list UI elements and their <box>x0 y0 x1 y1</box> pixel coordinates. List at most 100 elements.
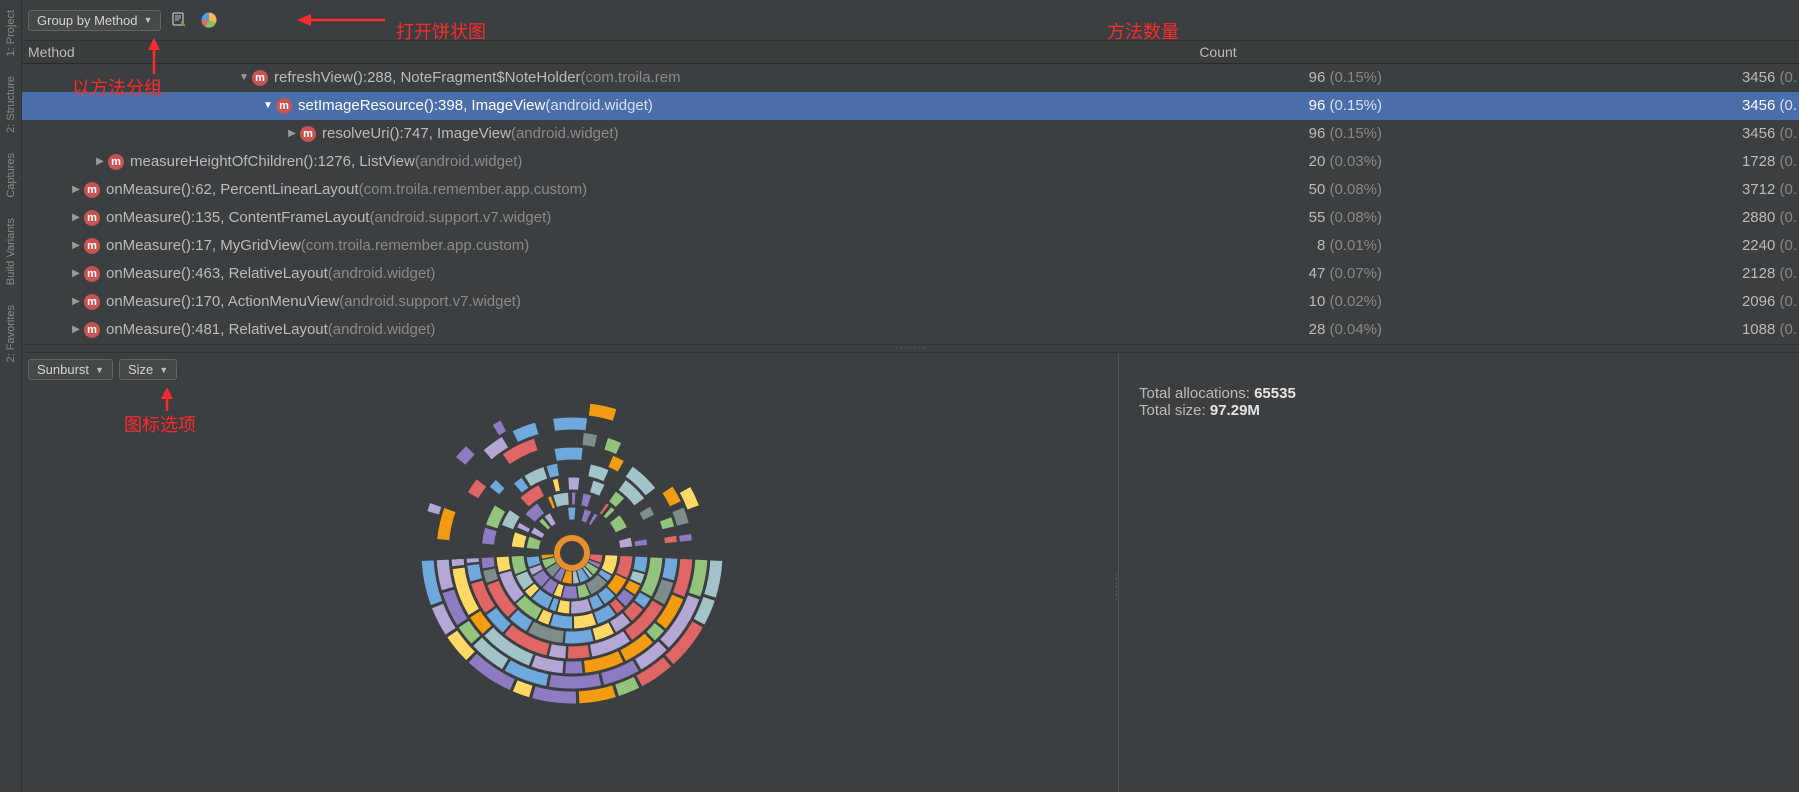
method-package: (android.widget) <box>415 153 523 170</box>
profiler-toolbar: Group by Method ▼ <box>22 0 1799 41</box>
count-percent: (0.04%) <box>1329 321 1382 338</box>
header-method[interactable]: Method <box>22 44 1048 60</box>
method-icon: m <box>84 210 100 226</box>
table-row[interactable]: ▶mmeasureHeightOfChildren():1276, ListVi… <box>22 148 1799 176</box>
horizontal-splitter[interactable]: • • • • • • • <box>22 344 1799 353</box>
group-by-dropdown-label: Group by Method <box>37 13 137 28</box>
size-value: 3456 <box>1742 125 1775 142</box>
method-package: (android.widget) <box>328 265 436 282</box>
chevron-down-icon: ▼ <box>95 365 104 375</box>
count-value: 96 <box>1309 97 1326 114</box>
table-row[interactable]: ▶monMeasure():62, PercentLinearLayout (c… <box>22 176 1799 204</box>
tree-expand-icon[interactable]: ▶ <box>70 184 82 195</box>
tree-expand-icon[interactable]: ▶ <box>70 268 82 279</box>
method-icon: m <box>84 294 100 310</box>
method-name: onMeasure():135, ContentFrameLayout <box>106 209 369 226</box>
tree-expand-icon[interactable]: ▶ <box>70 324 82 335</box>
sunburst-chart[interactable] <box>402 383 742 726</box>
open-pie-chart-icon[interactable] <box>197 8 221 32</box>
size-percent: (0. <box>1779 181 1797 198</box>
table-row[interactable]: ▶monMeasure():481, RelativeLayout (andro… <box>22 316 1799 344</box>
count-percent: (0.01%) <box>1329 237 1382 254</box>
size-percent: (0. <box>1779 97 1797 114</box>
chart-type-dropdown[interactable]: Sunburst ▼ <box>28 359 113 380</box>
size-percent: (0. <box>1779 209 1797 226</box>
size-value: 2096 <box>1742 293 1775 310</box>
group-by-dropdown[interactable]: Group by Method ▼ <box>28 10 161 31</box>
tree-expand-icon[interactable]: ▶ <box>94 156 106 167</box>
count-value: 96 <box>1309 69 1326 86</box>
method-package: (android.widget) <box>511 125 619 142</box>
tree-collapse-icon[interactable]: ▼ <box>262 100 274 111</box>
method-package: (android.widget) <box>328 321 436 338</box>
header-count[interactable]: Count <box>1048 44 1388 60</box>
method-icon: m <box>276 98 292 114</box>
size-value: 3456 <box>1742 97 1775 114</box>
table-header: Method Count <box>22 41 1799 64</box>
chevron-down-icon: ▼ <box>143 15 152 25</box>
count-value: 20 <box>1309 153 1326 170</box>
annotation-method-count: 方法数量 <box>1107 18 1179 44</box>
sidebar-item-captures[interactable]: Captures <box>5 143 17 208</box>
tree-expand-icon[interactable]: ▶ <box>70 240 82 251</box>
size-percent: (0. <box>1779 237 1797 254</box>
count-percent: (0.03%) <box>1329 153 1382 170</box>
method-icon: m <box>84 322 100 338</box>
method-package: (com.troila.remember.app.custom) <box>359 181 587 198</box>
count-percent: (0.15%) <box>1329 69 1382 86</box>
method-name: onMeasure():463, RelativeLayout <box>106 265 328 282</box>
bottom-panel: Sunburst ▼ Size ▼ 图标选项 <box>22 353 1799 792</box>
method-tree: ▼mrefreshView():288, NoteFragment$NoteHo… <box>22 64 1799 344</box>
vertical-splitter[interactable]: ••••••• <box>1116 573 1122 613</box>
method-icon: m <box>108 154 124 170</box>
table-row[interactable]: ▼m setImageResource():398, ImageView (and… <box>22 92 1799 120</box>
method-package: (android.widget) <box>545 97 653 114</box>
tree-expand-icon[interactable]: ▶ <box>286 128 298 139</box>
jump-to-source-icon[interactable] <box>167 8 191 32</box>
count-value: 10 <box>1309 293 1326 310</box>
sidebar-item-structure[interactable]: 2: Structure <box>5 66 17 143</box>
method-icon: m <box>300 126 316 142</box>
chevron-down-icon: ▼ <box>159 365 168 375</box>
sidebar-item-build[interactable]: Build Variants <box>5 208 17 295</box>
count-percent: (0.08%) <box>1329 209 1382 226</box>
method-name: resolveUri():747, ImageView <box>322 125 511 142</box>
size-percent: (0. <box>1779 265 1797 282</box>
tree-expand-icon[interactable]: ▶ <box>70 296 82 307</box>
sidebar-item-project[interactable]: 1: Project <box>5 0 17 66</box>
total-size-label: Total size: <box>1139 402 1210 419</box>
chart-metric-dropdown-label: Size <box>128 362 153 377</box>
size-value: 3712 <box>1742 181 1775 198</box>
table-row[interactable]: ▶monMeasure():135, ContentFrameLayout (a… <box>22 204 1799 232</box>
size-percent: (0. <box>1779 153 1797 170</box>
table-row[interactable]: ▶monMeasure():170, ActionMenuView (andro… <box>22 288 1799 316</box>
method-icon: m <box>84 238 100 254</box>
chart-type-dropdown-label: Sunburst <box>37 362 89 377</box>
table-row[interactable]: ▼mrefreshView():288, NoteFragment$NoteHo… <box>22 64 1799 92</box>
count-value: 8 <box>1317 237 1325 254</box>
method-package: (com.troila.rem <box>581 69 681 86</box>
tree-expand-icon[interactable]: ▶ <box>70 212 82 223</box>
method-icon: m <box>84 182 100 198</box>
total-allocations-value: 65535 <box>1254 385 1296 402</box>
count-percent: (0.07%) <box>1329 265 1382 282</box>
count-percent: (0.15%) <box>1329 125 1382 142</box>
sidebar-item-favorites[interactable]: 2: Favorites <box>5 295 17 372</box>
count-percent: (0.02%) <box>1329 293 1382 310</box>
table-row[interactable]: ▶m resolveUri():747, ImageView (android.w… <box>22 120 1799 148</box>
size-percent: (0. <box>1779 69 1797 86</box>
tree-collapse-icon[interactable]: ▼ <box>238 72 250 83</box>
size-value: 2880 <box>1742 209 1775 226</box>
chart-metric-dropdown[interactable]: Size ▼ <box>119 359 177 380</box>
table-row[interactable]: ▶monMeasure():17, MyGridView (com.troila… <box>22 232 1799 260</box>
size-value: 3456 <box>1742 69 1775 86</box>
count-value: 96 <box>1309 125 1326 142</box>
method-name: onMeasure():17, MyGridView <box>106 237 301 254</box>
method-icon: m <box>84 266 100 282</box>
method-name: onMeasure():170, ActionMenuView <box>106 293 339 310</box>
size-percent: (0. <box>1779 321 1797 338</box>
method-name: setImageResource():398, ImageView <box>298 97 545 114</box>
table-row[interactable]: ▶m onMeasure():463, RelativeLayout (andro… <box>22 260 1799 288</box>
count-value: 50 <box>1309 181 1326 198</box>
size-value: 2128 <box>1742 265 1775 282</box>
